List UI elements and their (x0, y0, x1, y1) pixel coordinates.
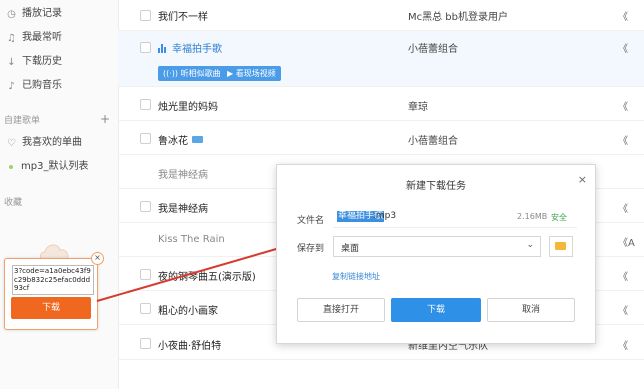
table-row-selected[interactable]: 幸福拍手歌 小蓓蕾组合 《 ((·)) 听相似歌曲 ▶ 看现场视频 (118, 31, 644, 87)
saveto-select[interactable]: 桌面 ⌄ (333, 236, 541, 257)
clock-icon: ◷ (7, 8, 16, 20)
watch-live-label: 看现场视频 (235, 69, 276, 78)
song-album[interactable]: 《 (618, 337, 628, 352)
song-title-wrap: 幸福拍手歌 (158, 40, 222, 55)
sidebar-item-label: 下载历史 (22, 56, 62, 67)
filename-field[interactable]: 幸福拍手歌 .mp3 2.16MB 安全 (333, 207, 577, 228)
download-button[interactable]: 下载 (391, 298, 481, 322)
song-title-wrap: 鲁冰花 (158, 132, 203, 147)
close-icon[interactable]: × (578, 173, 587, 186)
sidebar-item-label: 播放记录 (22, 8, 62, 19)
playing-bars-icon (158, 44, 167, 53)
heart-icon: ♡ (7, 137, 16, 149)
copy-link-button[interactable]: 复制链接地址 (332, 271, 380, 282)
listen-similar-label: 听相似歌曲 (180, 69, 221, 78)
song-title[interactable]: 我们不一样 (158, 8, 208, 23)
dot-icon (9, 165, 13, 169)
song-album[interactable]: 《 (618, 132, 628, 147)
sidebar-item-purchased[interactable]: ♪ 已购音乐 (6, 77, 62, 95)
filename-extension: .mp3 (373, 211, 397, 221)
row-checkbox[interactable] (140, 10, 151, 21)
watch-live-button[interactable]: ▶ 看现场视频 (222, 66, 281, 81)
song-title[interactable]: 幸福拍手歌 (172, 44, 222, 55)
sidebar-item-download-history[interactable]: ↓ 下载历史 (6, 53, 62, 71)
song-album[interactable]: 《A (618, 234, 635, 249)
safe-badge: 安全 (551, 213, 567, 222)
sidebar-item-most-played[interactable]: ♫ 我最常听 (6, 29, 62, 47)
song-title[interactable]: 粗心的小画家 (158, 302, 218, 317)
row-checkbox[interactable] (140, 303, 151, 314)
row-checkbox[interactable] (140, 269, 151, 280)
row-checkbox[interactable] (140, 133, 151, 144)
song-title[interactable]: 小夜曲·舒伯特 (158, 337, 221, 352)
section-collect: 收藏 (4, 198, 23, 208)
widget-download-button[interactable]: 下载 (11, 297, 91, 319)
download-widget: 3?code=a1a0ebc43f9c29b832c25efac0ddd93cf… (4, 258, 98, 330)
download-icon: ↓ (7, 56, 16, 68)
music-icon: ♪ (8, 80, 15, 92)
saveto-label: 保存到 (297, 244, 325, 254)
song-title[interactable]: 烛光里的妈妈 (158, 98, 218, 113)
open-directly-button[interactable]: 直接打开 (297, 298, 385, 322)
row-checkbox[interactable] (140, 338, 151, 349)
chevron-down-icon: ⌄ (526, 240, 534, 250)
cancel-button[interactable]: 取消 (487, 298, 575, 322)
song-title[interactable]: 夜的钢琴曲五(演示版) (158, 268, 256, 283)
sidebar-item-label: 已购音乐 (22, 80, 62, 91)
song-album[interactable]: 《 (618, 268, 628, 283)
code-text-field[interactable]: 3?code=a1a0ebc43f9c29b832c25efac0ddd93cf (12, 265, 94, 295)
dialog-title: 新建下载任务 (406, 181, 466, 192)
song-title[interactable]: 我是神经病 (158, 166, 208, 181)
listen-similar-button[interactable]: ((·)) 听相似歌曲 (158, 66, 226, 81)
song-album[interactable]: 《 (618, 200, 628, 215)
sidebar-item-label: 我最常听 (22, 32, 62, 43)
song-album[interactable]: 《 (618, 8, 628, 23)
song-title[interactable]: Kiss The Rain (158, 234, 225, 245)
folder-icon (555, 242, 566, 250)
filename-label: 文件名 (297, 216, 325, 226)
add-playlist-icon[interactable]: + (100, 112, 110, 126)
row-checkbox[interactable] (140, 42, 151, 53)
mv-icon[interactable] (192, 136, 203, 143)
playlist-label: mp3_默认列表 (21, 161, 89, 172)
table-row[interactable]: 我们不一样 Mc黑总 bb机登录用户 《 (118, 0, 644, 31)
song-album[interactable]: 《 (618, 98, 628, 113)
song-artist[interactable]: 小蓓蕾组合 (408, 132, 458, 147)
table-row[interactable]: 烛光里的妈妈 章琼 《 (118, 88, 644, 121)
sidebar-item-play-history[interactable]: ◷ 播放记录 (6, 5, 62, 23)
row-checkbox[interactable] (140, 201, 151, 212)
new-download-dialog: 新建下载任务 × 文件名 幸福拍手歌 .mp3 2.16MB 安全 保存到 桌面… (276, 164, 596, 344)
section-created-playlists: 自建歌单 (4, 116, 41, 126)
song-title[interactable]: 我是神经病 (158, 200, 208, 215)
playlist-liked-songs[interactable]: ♡ 我喜欢的单曲 (6, 134, 82, 152)
headphone-icon: ♫ (7, 32, 16, 44)
song-album[interactable]: 《 (618, 302, 628, 317)
widget-close-icon[interactable]: × (91, 252, 104, 265)
row-checkbox[interactable] (140, 99, 151, 110)
song-title[interactable]: 鲁冰花 (158, 136, 188, 147)
song-artist[interactable]: 章琼 (408, 98, 428, 113)
song-album[interactable]: 《 (618, 40, 628, 55)
file-size: 2.16MB (517, 212, 548, 221)
saveto-value: 桌面 (341, 244, 360, 254)
song-artist[interactable]: 小蓓蕾组合 (408, 40, 458, 55)
sidebar: ◷ 播放记录 ♫ 我最常听 ↓ 下载历史 ♪ 已购音乐 自建歌单 + ♡ 我喜欢… (0, 0, 119, 389)
song-artist[interactable]: Mc黑总 bb机登录用户 (408, 8, 508, 23)
table-row[interactable]: 鲁冰花 小蓓蕾组合 《 (118, 121, 644, 155)
playlist-mp3-default[interactable]: mp3_默认列表 (6, 158, 88, 176)
playlist-label: 我喜欢的单曲 (22, 137, 82, 148)
browse-folder-button[interactable] (549, 236, 573, 257)
